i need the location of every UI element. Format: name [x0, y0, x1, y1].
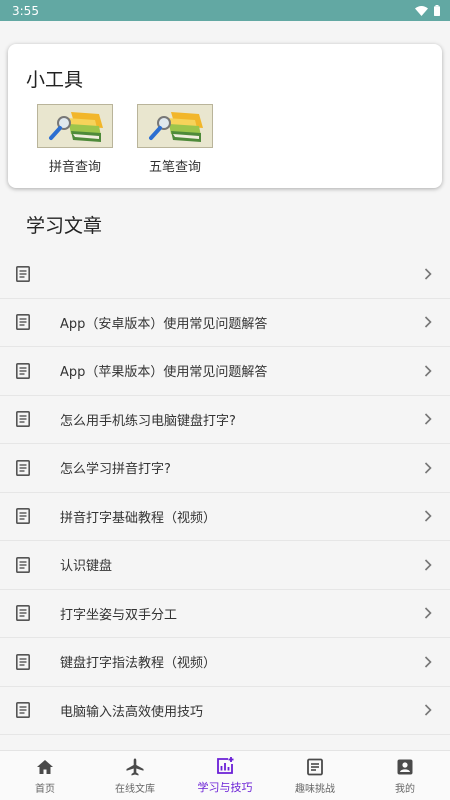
list-item-label: App（苹果版本）使用常见问题解答 — [60, 365, 268, 381]
profile-icon — [397, 759, 413, 774]
chevron-right-icon — [424, 656, 432, 668]
tab-mine-label: 我的 — [395, 783, 415, 795]
chevron-right-icon — [424, 510, 432, 522]
document-icon — [16, 605, 30, 622]
list-item[interactable]: 怎么用手机练习电脑键盘打字? — [0, 396, 450, 444]
list-item-label: 键盘打字指法教程（视频） — [60, 656, 217, 672]
list-item[interactable]: 认识键盘 — [0, 541, 450, 590]
chevron-right-icon — [424, 462, 432, 474]
home-icon — [37, 759, 53, 774]
document-icon — [16, 556, 30, 573]
wifi-icon — [415, 5, 428, 16]
bottom-tab-bar: 首页 在线文库 学习与技巧 趣味挑战 我的 — [0, 750, 450, 800]
chevron-right-icon — [424, 268, 432, 280]
books-magnifier-icon — [137, 104, 213, 148]
article-icon — [307, 758, 323, 775]
pinyin-lookup-label: 拼音查询 — [48, 160, 101, 175]
wubi-lookup-label: 五笔查询 — [148, 160, 201, 175]
tab-fun-challenge[interactable]: 趣味挑战 — [270, 751, 360, 800]
chevron-right-icon — [424, 704, 432, 716]
pinyin-lookup-button[interactable]: 拼音查询 — [37, 104, 113, 175]
chevron-right-icon — [424, 607, 432, 619]
tools-title: 小工具 — [26, 69, 84, 91]
tab-home-label: 首页 — [35, 783, 55, 795]
status-icons — [415, 5, 440, 16]
chevron-right-icon — [424, 316, 432, 328]
document-icon — [16, 653, 30, 670]
tab-home[interactable]: 首页 — [0, 751, 90, 800]
wubi-lookup-button[interactable]: 五笔查询 — [137, 104, 213, 175]
list-item-label: 怎么用手机练习电脑键盘打字? — [60, 413, 236, 429]
document-icon — [16, 362, 30, 379]
list-item[interactable]: 打字坐姿与双手分工 — [0, 590, 450, 638]
battery-icon — [434, 5, 440, 16]
tab-mine[interactable]: 我的 — [360, 751, 450, 800]
airplane-icon — [126, 758, 144, 775]
books-magnifier-icon — [37, 104, 113, 148]
stats-add-icon — [217, 757, 234, 774]
document-icon — [16, 508, 30, 525]
article-list: App（安卓版本）使用常见问题解答 App（苹果版本）使用常见问题解答 怎么用手… — [0, 250, 450, 735]
list-item-label: 拼音打字基础教程（视频） — [60, 510, 217, 526]
tab-online-library[interactable]: 在线文库 — [90, 751, 180, 800]
document-icon — [16, 314, 30, 331]
chevron-right-icon — [424, 365, 432, 377]
tab-learning-tips[interactable]: 学习与技巧 — [180, 751, 270, 800]
list-item[interactable]: 怎么学习拼音打字? — [0, 444, 450, 493]
list-item-label: 打字坐姿与双手分工 — [60, 607, 178, 623]
list-item[interactable]: 电脑输入法高效使用技巧 — [0, 687, 450, 735]
tools-card: 小工具 拼音查询 五笔查询 — [8, 44, 442, 188]
chevron-right-icon — [424, 559, 432, 571]
list-item-label: 怎么学习拼音打字? — [60, 462, 171, 478]
document-icon — [16, 265, 30, 282]
list-item-label: App（安卓版本）使用常见问题解答 — [60, 316, 268, 332]
articles-section-title: 学习文章 — [26, 215, 103, 237]
status-bar: 3:55 — [0, 0, 450, 21]
tab-online-library-label: 在线文库 — [115, 783, 155, 795]
list-item-label: 电脑输入法高效使用技巧 — [60, 704, 204, 720]
status-time: 3:55 — [12, 3, 39, 18]
chevron-right-icon — [424, 413, 432, 425]
list-item[interactable]: 键盘打字指法教程（视频） — [0, 638, 450, 687]
document-icon — [16, 459, 30, 476]
document-icon — [16, 411, 30, 428]
list-item-label: 认识键盘 — [60, 559, 113, 575]
list-item[interactable]: 拼音打字基础教程（视频） — [0, 493, 450, 541]
document-icon — [16, 702, 30, 719]
tab-fun-challenge-label: 趣味挑战 — [295, 783, 335, 795]
list-item[interactable]: App（苹果版本）使用常见问题解答 — [0, 347, 450, 396]
list-item[interactable] — [0, 250, 450, 299]
list-item[interactable]: App（安卓版本）使用常见问题解答 — [0, 299, 450, 347]
tab-learning-tips-label: 学习与技巧 — [197, 781, 253, 794]
